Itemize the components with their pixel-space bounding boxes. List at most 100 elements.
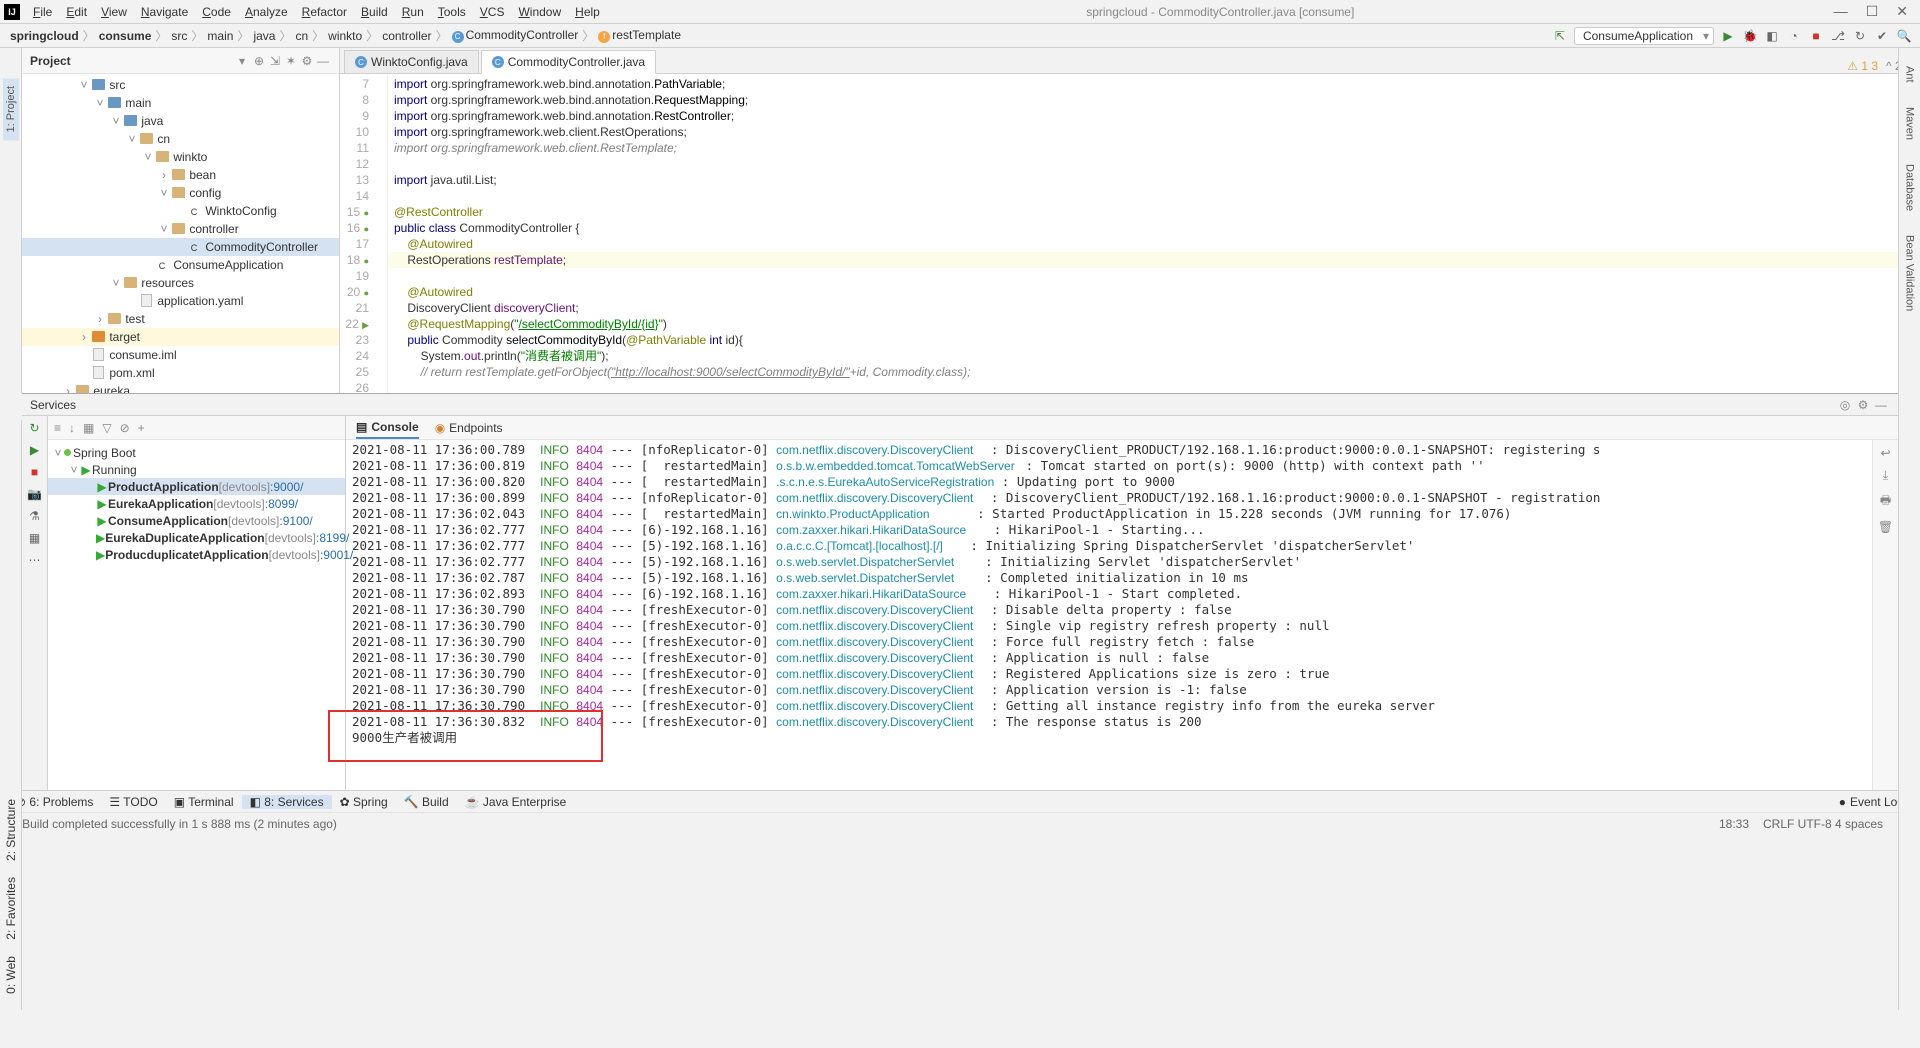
crumb-main[interactable]: main <box>205 29 235 43</box>
tree-pom.xml[interactable]: pom.xml <box>22 364 339 382</box>
close-button[interactable]: ✕ <box>1896 3 1908 20</box>
tree-controller[interactable]: ˅ controller <box>22 220 339 238</box>
menu-file[interactable]: File <box>26 5 59 19</box>
tree-grid-icon[interactable]: ▦ <box>83 421 94 435</box>
tree-target[interactable]: › target <box>22 328 339 346</box>
profile-button[interactable]: ◔ <box>1786 28 1802 44</box>
filter-icon[interactable]: ⚗ <box>27 508 43 524</box>
update-button[interactable]: ↻ <box>1852 28 1868 44</box>
settings-icon[interactable]: ⚙ <box>299 54 315 68</box>
git-button[interactable]: ⎇ <box>1830 28 1846 44</box>
web-tab[interactable]: 0: Web <box>2 948 20 1002</box>
editor-gutter[interactable]: 789101112131415 ●16 ●1718 ●1920 ●2122 ▶2… <box>340 74 388 393</box>
crumb-java[interactable]: java <box>251 29 277 43</box>
services-gear-icon[interactable]: ⚙ <box>1854 398 1872 412</box>
crumb-CommodityController[interactable]: CCommodityController <box>450 28 581 43</box>
menu-window[interactable]: Window <box>511 5 568 19</box>
project-tool-tab[interactable]: 1: Project <box>3 78 19 140</box>
scroll-end-icon[interactable]: ⤓ <box>1883 468 1888 483</box>
tree-filter-icon[interactable]: ▽ <box>102 421 111 435</box>
minimize-button[interactable]: — <box>1834 3 1848 20</box>
svc-ProducduplicatetApplication[interactable]: ▶ProducduplicatetApplication [devtools] … <box>48 546 345 563</box>
coverage-button[interactable]: ◧ <box>1764 28 1780 44</box>
maven-tab[interactable]: Maven <box>1902 99 1918 148</box>
svc-running[interactable]: ˅▶Running <box>48 461 345 478</box>
menu-run[interactable]: Run <box>395 5 431 19</box>
menu-analyze[interactable]: Analyze <box>238 5 295 19</box>
menu-refactor[interactable]: Refactor <box>295 5 354 19</box>
tree-java[interactable]: ˅ java <box>22 112 339 130</box>
tree-bean[interactable]: › bean <box>22 166 339 184</box>
svc-EurekaDuplicateApplication[interactable]: ▶EurekaDuplicateApplication [devtools] :… <box>48 529 345 546</box>
tree-eureka[interactable]: › eureka <box>22 382 339 393</box>
more-icon[interactable]: ⋯ <box>27 552 43 568</box>
bottom-6-Problems[interactable]: ⊘ 6: Problems <box>8 795 101 809</box>
project-tree[interactable]: ˅ src˅ main˅ java˅ cn˅ winkto› bean˅ con… <box>22 74 339 393</box>
tree-collapse-icon[interactable]: ↓ <box>69 421 75 435</box>
run-config-selector[interactable]: ConsumeApplication▾ <box>1574 27 1714 45</box>
endpoints-tab[interactable]: ◉ Endpoints <box>435 418 503 438</box>
crumb-cn[interactable]: cn <box>293 29 310 43</box>
tree-test[interactable]: › test <box>22 310 339 328</box>
tree-cn[interactable]: ˅ cn <box>22 130 339 148</box>
debug-button[interactable]: 🐞 <box>1742 28 1758 44</box>
crumb-controller[interactable]: controller <box>380 29 433 43</box>
tree-config[interactable]: ˅ config <box>22 184 339 202</box>
menu-vcs[interactable]: VCS <box>473 5 512 19</box>
bottom-Build[interactable]: 🔨 Build <box>396 795 457 809</box>
tab-WinktoConfig.java[interactable]: CWinktoConfig.java <box>344 50 479 73</box>
camera-icon[interactable]: 📷 <box>27 486 43 502</box>
menu-build[interactable]: Build <box>354 5 395 19</box>
bottom-TODO[interactable]: ☰ TODO <box>101 795 165 809</box>
run-icon[interactable]: ▶ <box>27 442 43 458</box>
ant-tab[interactable]: Ant <box>1902 58 1918 91</box>
hide-panel-icon[interactable]: — <box>315 54 331 68</box>
svc-ProductApplication[interactable]: ▶ProductApplication [devtools] :9000/ <box>48 478 345 495</box>
menu-view[interactable]: View <box>94 5 134 19</box>
tree-src[interactable]: ˅ src <box>22 76 339 94</box>
menu-tools[interactable]: Tools <box>431 5 473 19</box>
tree-resources[interactable]: ˅ resources <box>22 274 339 292</box>
svc-EurekaApplication[interactable]: ▶EurekaApplication [devtools] :8099/ <box>48 495 345 512</box>
database-tab[interactable]: Database <box>1902 156 1918 219</box>
structure-tab[interactable]: 2: Structure <box>2 791 20 869</box>
stop-icon[interactable]: ■ <box>27 464 43 480</box>
menu-help[interactable]: Help <box>568 5 607 19</box>
commit-button[interactable]: ✔ <box>1874 28 1890 44</box>
svc-ConsumeApplication[interactable]: ▶ConsumeApplication [devtools] :9100/ <box>48 512 345 529</box>
crumb-restTemplate[interactable]: frestTemplate <box>596 28 683 43</box>
tree-stop-icon[interactable]: ⊘ <box>120 421 130 435</box>
menu-code[interactable]: Code <box>195 5 238 19</box>
bottom-8-Services[interactable]: ◧ 8: Services <box>242 795 332 809</box>
services-hide-icon[interactable]: — <box>1872 398 1890 412</box>
services-tree[interactable]: ˅Spring Boot˅▶Running▶ProductApplication… <box>48 440 345 790</box>
tree-application.yaml[interactable]: application.yaml <box>22 292 339 310</box>
favorites-tab[interactable]: 2: Favorites <box>2 869 20 948</box>
crumb-consume[interactable]: consume <box>97 29 154 43</box>
tree-expand-icon[interactable]: ≡ <box>54 421 61 435</box>
stop-button[interactable]: ■ <box>1808 28 1824 44</box>
run-button[interactable]: ▶ <box>1720 28 1736 44</box>
rerun-icon[interactable]: ↻ <box>27 420 43 436</box>
tree-consume.iml[interactable]: consume.iml <box>22 346 339 364</box>
compass-icon[interactable]: ⇱ <box>1552 28 1568 44</box>
bean-validation-tab[interactable]: Bean Validation <box>1902 227 1918 319</box>
tree-WinktoConfig[interactable]: C WinktoConfig <box>22 202 339 220</box>
tree-add-icon[interactable]: + <box>138 421 145 435</box>
crumb-src[interactable]: src <box>169 29 189 43</box>
collapse-icon[interactable]: ✶ <box>283 54 299 68</box>
layout-icon[interactable]: ▦ <box>27 530 43 546</box>
soft-wrap-icon[interactable]: ↩ <box>1880 446 1890 460</box>
file-encoding[interactable]: CRLF UTF-8 4 spaces <box>1763 817 1883 831</box>
services-settings-icon[interactable]: ◎ <box>1836 398 1854 412</box>
svc-root[interactable]: ˅Spring Boot <box>48 444 345 461</box>
locate-icon[interactable]: ⊕ <box>251 54 267 68</box>
print-icon[interactable]: 🖶 <box>1880 491 1891 512</box>
tree-main[interactable]: ˅ main <box>22 94 339 112</box>
inspection-warnings[interactable]: ⚠ 1 3 <box>1847 59 1878 73</box>
expand-icon[interactable]: ⇲ <box>267 54 283 68</box>
clear-icon[interactable]: 🗑 <box>1878 520 1893 534</box>
menu-edit[interactable]: Edit <box>59 5 94 19</box>
crumb-springcloud[interactable]: springcloud <box>8 29 81 43</box>
tree-ConsumeApplication[interactable]: C ConsumeApplication <box>22 256 339 274</box>
